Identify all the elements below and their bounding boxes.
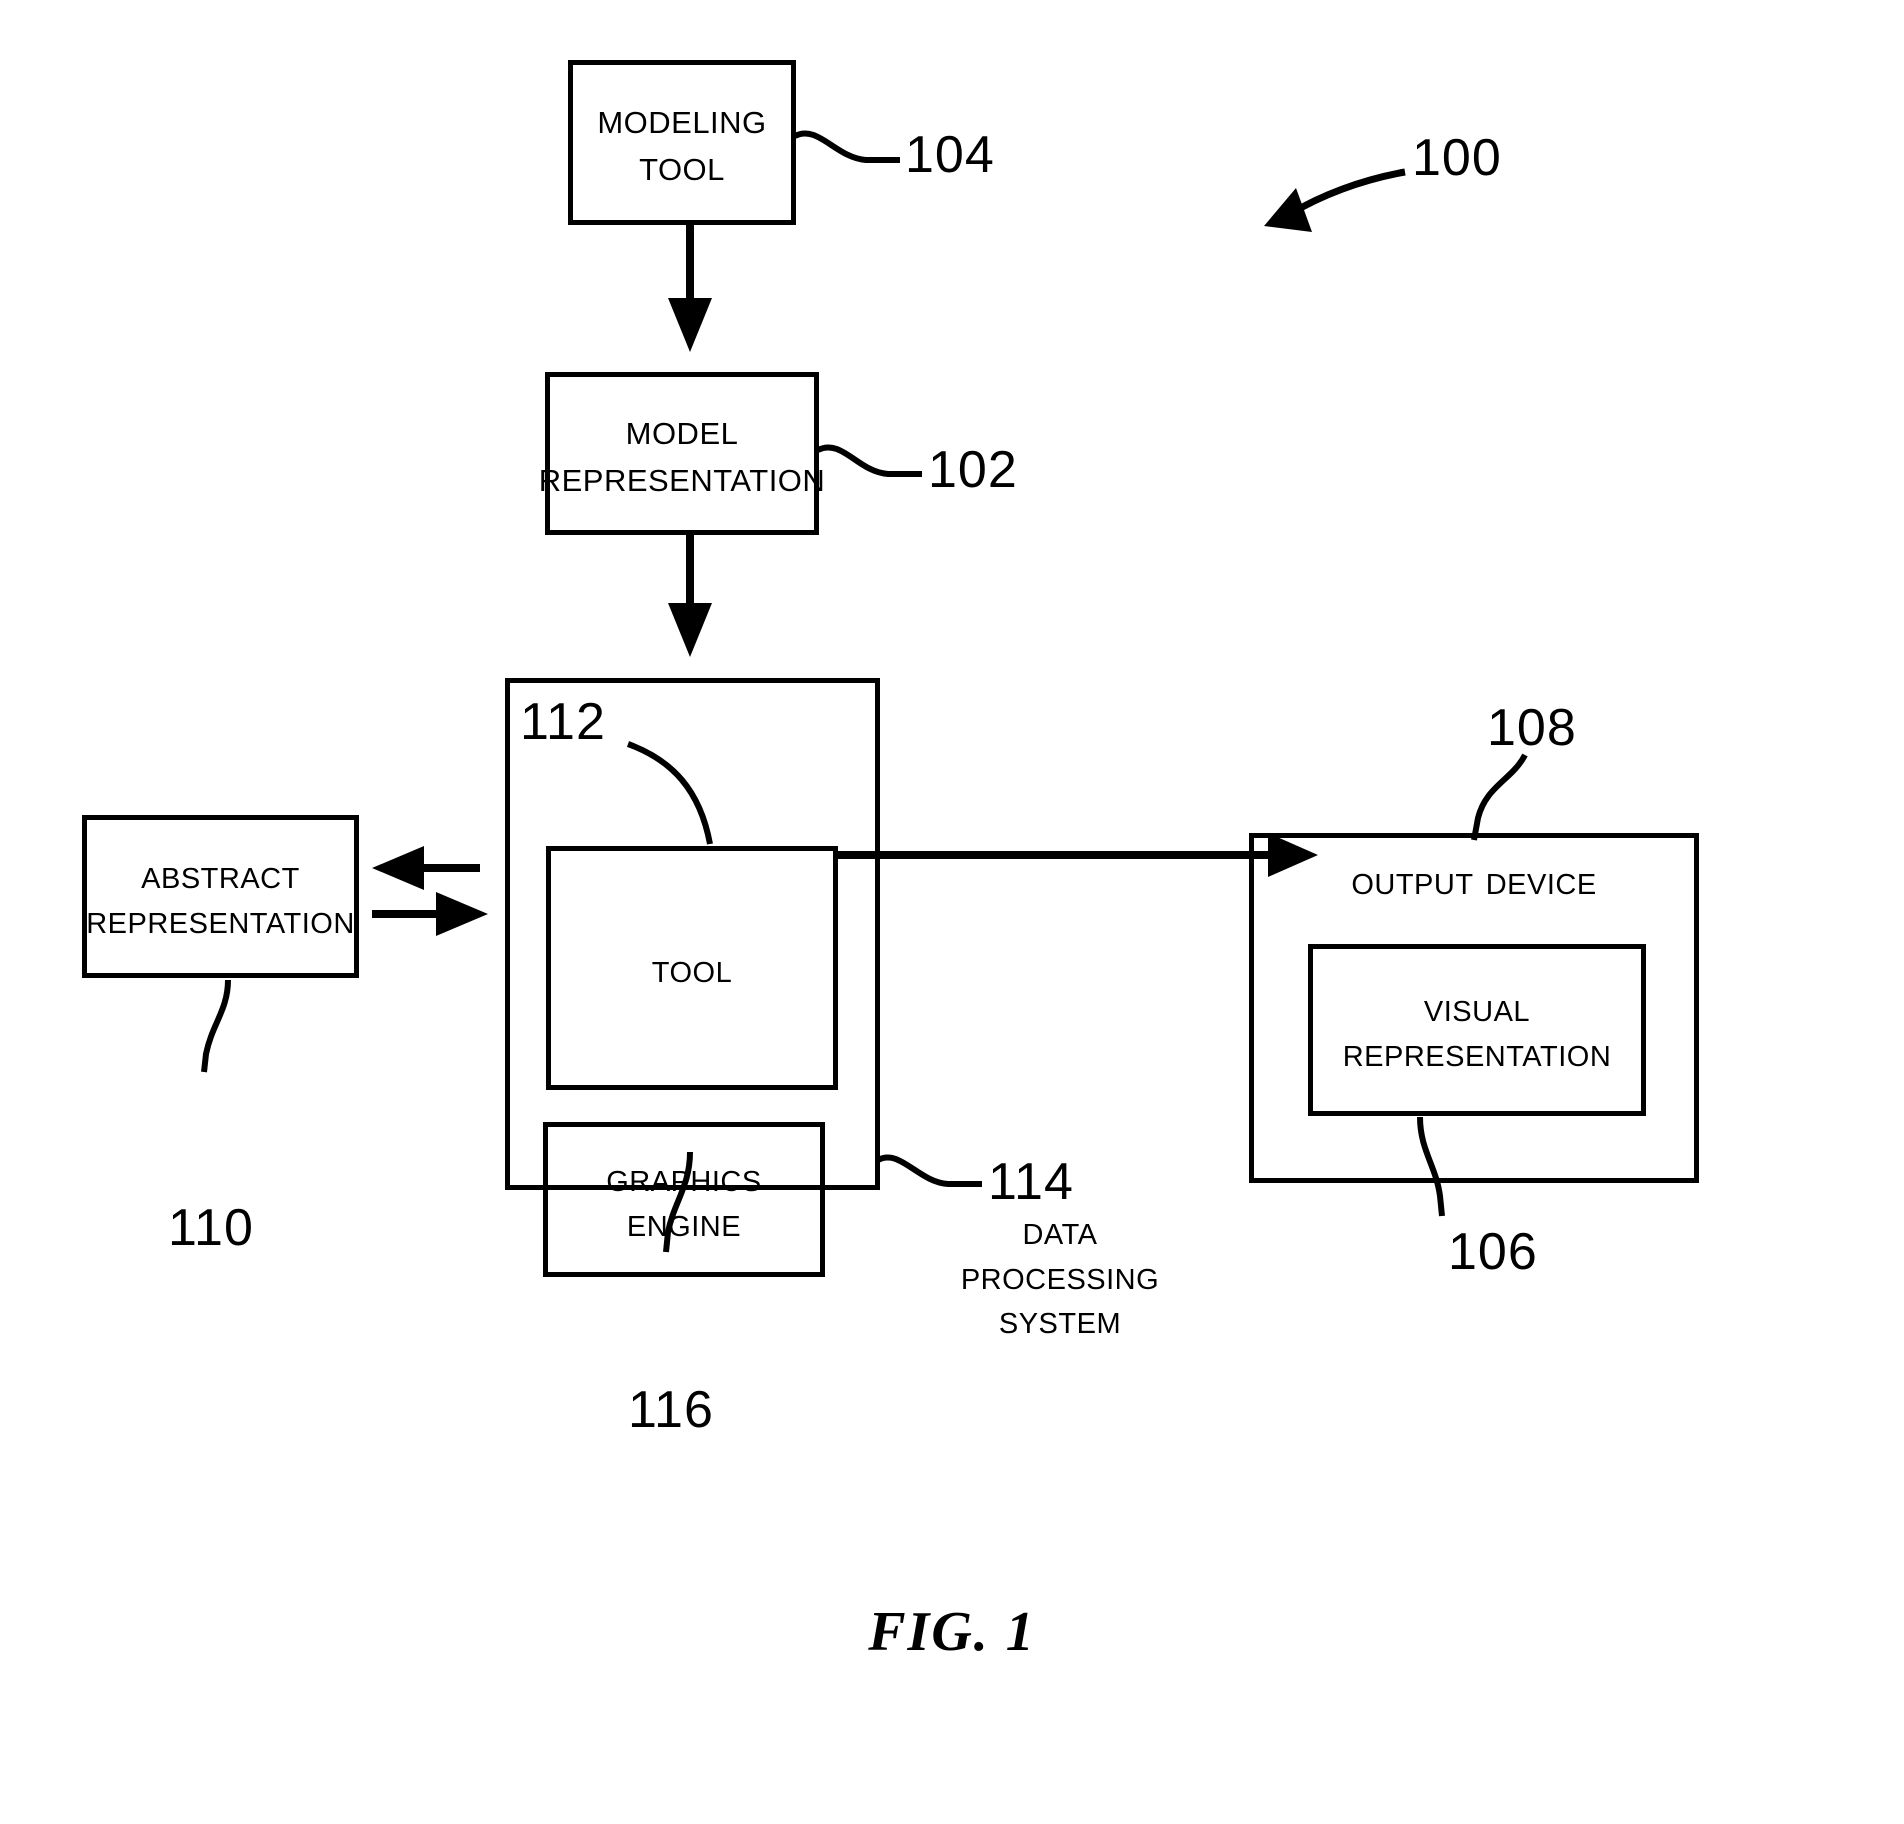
ref-114: 114 (988, 1153, 1074, 1211)
leader-108 (1471, 753, 1528, 841)
ref-108: 108 (1487, 699, 1577, 757)
node-visual-representation-label: Visual Representation (1342, 983, 1612, 1075)
figure-caption: FIG. 1 (868, 1601, 1036, 1663)
arrow-model-representation-to-dps (668, 535, 712, 657)
node-model-representation[interactable]: Model Representation (539, 372, 825, 535)
node-graphics-engine[interactable]: Graphics Engine (543, 1122, 825, 1277)
system-ref-arrow (1264, 168, 1406, 232)
ref-100: 100 (1412, 129, 1502, 187)
ref-110: 110 (168, 1199, 254, 1257)
arrow-dps-to-abstract-representation (372, 846, 480, 890)
node-output-device-label: Output Device (1351, 856, 1597, 903)
leader-102 (816, 444, 922, 477)
node-model-representation-label: Model Representation (538, 404, 826, 501)
ref-102: 102 (928, 441, 1018, 499)
patent-figure: Modeling Tool 104 100 Model Representati… (0, 0, 1904, 1824)
node-modeling-tool[interactable]: Modeling Tool (568, 60, 796, 225)
arrow-modeling-tool-to-model-representation (668, 225, 712, 352)
node-graphics-engine-label: Graphics Engine (606, 1152, 762, 1245)
leader-104 (793, 130, 900, 163)
arrow-abstract-representation-to-dps (372, 892, 488, 936)
leader-114 (876, 1154, 982, 1187)
node-tool-label: Tool (651, 943, 733, 991)
leader-110 (201, 979, 231, 1073)
node-modeling-tool-label: Modeling Tool (597, 93, 767, 190)
ref-104: 104 (905, 126, 995, 184)
ref-112: 112 (520, 693, 606, 751)
node-abstract-representation[interactable]: Abstract Representation (82, 815, 359, 978)
node-data-processing-system-label: Data Processing System (960, 1206, 1160, 1343)
ref-116: 116 (628, 1381, 714, 1439)
node-abstract-representation-label: Abstract Representation (86, 849, 355, 942)
node-tool[interactable]: Tool (546, 846, 838, 1090)
node-visual-representation[interactable]: Visual Representation (1308, 944, 1646, 1116)
ref-106: 106 (1448, 1223, 1538, 1281)
arrow-tool-to-visual-representation (836, 833, 1318, 877)
